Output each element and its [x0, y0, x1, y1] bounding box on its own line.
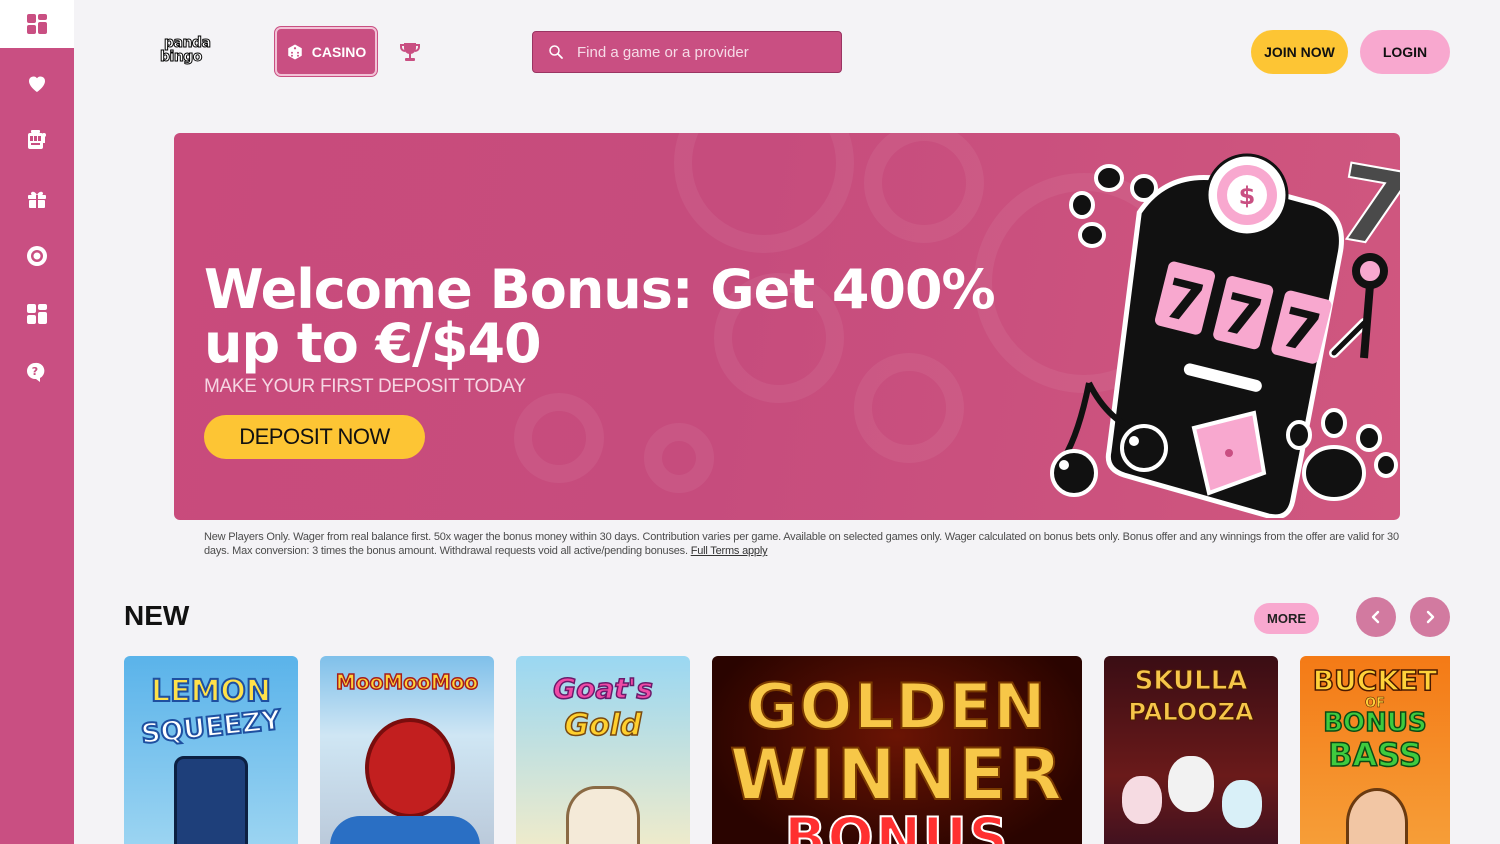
game-title: PALOOZA	[1128, 698, 1254, 727]
heart-icon	[29, 76, 45, 92]
more-button[interactable]: MORE	[1254, 603, 1319, 634]
chevron-right-icon	[1426, 610, 1435, 624]
chip-icon	[27, 246, 47, 266]
game-title: Goat's	[552, 671, 653, 706]
game-title: SKULLA	[1134, 666, 1248, 697]
game-tile-golden-winner-bonus[interactable]: GOLDEN WINNER BONUS	[712, 656, 1082, 844]
help-chat-icon: ?	[27, 362, 45, 382]
login-button[interactable]: LOGIN	[1360, 30, 1450, 74]
game-title: BUCKET	[1312, 663, 1438, 698]
bull-graphic	[365, 718, 455, 818]
trophy-icon	[400, 43, 420, 61]
game-title: BONUS	[1322, 707, 1427, 739]
game-tile-moo-moo-moo[interactable]: MooMooMoo	[320, 656, 494, 844]
dice-icon	[288, 44, 302, 59]
game-title: Gold	[564, 707, 643, 744]
search-icon	[549, 45, 563, 59]
game-tile-lemon-squeezy[interactable]: LEMON SQUEEZY	[124, 656, 298, 844]
tab-casino-label: CASINO	[311, 43, 367, 60]
logo-text-bottom: bingo	[160, 49, 203, 65]
banner-bg-circle	[514, 393, 604, 483]
svg-text:?: ?	[32, 365, 38, 378]
dashboard-icon	[27, 304, 47, 324]
section-title-new: NEW	[124, 600, 190, 631]
fisherman-graphic	[1346, 788, 1408, 844]
gift-icon	[28, 191, 46, 208]
chevron-left-icon	[1371, 610, 1380, 624]
bonus-terms-text: New Players Only. Wager from real balanc…	[204, 531, 1399, 557]
sidebar-item-promotions[interactable]	[0, 178, 74, 218]
sidebar-item-live-casino[interactable]	[0, 236, 74, 276]
game-tile-goats-gold[interactable]: Goat's Gold	[516, 656, 690, 844]
search-input[interactable]	[577, 43, 827, 61]
tournaments-button[interactable]	[398, 40, 422, 64]
svg-text:7: 7	[1327, 143, 1400, 273]
tab-casino[interactable]: CASINO	[275, 27, 377, 76]
logo-text-top: panda	[164, 35, 212, 51]
skull-graphic	[1168, 756, 1214, 812]
carousel-next-button[interactable]	[1410, 597, 1450, 637]
sidebar-home[interactable]	[0, 0, 74, 48]
skull-graphic	[1222, 780, 1262, 828]
game-title: SQUEEZY	[139, 704, 284, 752]
game-tile-skulla-palooza[interactable]: SKULLA PALOOZA	[1104, 656, 1278, 844]
sidebar-item-favorites[interactable]	[0, 63, 74, 103]
panda-bingo-logo[interactable]: panda bingo	[160, 36, 214, 70]
game-title: BASS	[1327, 735, 1422, 775]
sidebar-item-help[interactable]: ?	[0, 352, 74, 392]
game-tile-bucket-of-bonus-bass[interactable]: BUCKET OF BONUS BASS	[1300, 656, 1450, 844]
game-title: LEMON	[150, 673, 272, 710]
bull-base-graphic	[330, 816, 480, 844]
banner-subtitle: MAKE YOUR FIRST DEPOSIT TODAY	[204, 376, 526, 397]
slot-machine-icon	[28, 130, 46, 149]
goat-graphic	[566, 786, 640, 844]
phone-graphic	[174, 756, 248, 844]
game-title: MooMooMoo	[335, 669, 479, 695]
svg-text:$: $	[1239, 182, 1256, 210]
carousel-prev-button[interactable]	[1356, 597, 1396, 637]
banner-bg-circle	[674, 133, 854, 253]
bonus-terms: New Players Only. Wager from real balanc…	[204, 530, 1404, 558]
slot-machine-illustration: 7 7 7 $ 7	[1050, 143, 1400, 518]
game-title: WINNER	[729, 733, 1065, 817]
search-bar[interactable]	[532, 31, 842, 73]
banner-title: Welcome Bonus: Get 400% up to €/$40	[204, 258, 996, 375]
join-now-button[interactable]: JOIN NOW	[1251, 30, 1348, 74]
full-terms-link[interactable]: Full Terms apply	[691, 545, 768, 557]
game-title: GOLDEN	[746, 669, 1048, 744]
game-title: BONUS	[784, 805, 1010, 844]
banner-bg-circle	[864, 133, 984, 243]
welcome-bonus-banner[interactable]: Welcome Bonus: Get 400% up to €/$40 MAKE…	[174, 133, 1400, 520]
skull-graphic	[1122, 776, 1162, 824]
sidebar-item-games[interactable]	[0, 294, 74, 334]
sidebar: ?	[0, 0, 74, 844]
deposit-now-button[interactable]: DEPOSIT NOW	[204, 415, 425, 459]
sidebar-item-slots[interactable]	[0, 120, 74, 160]
banner-bg-circle	[644, 423, 714, 493]
grid-icon	[27, 14, 47, 34]
